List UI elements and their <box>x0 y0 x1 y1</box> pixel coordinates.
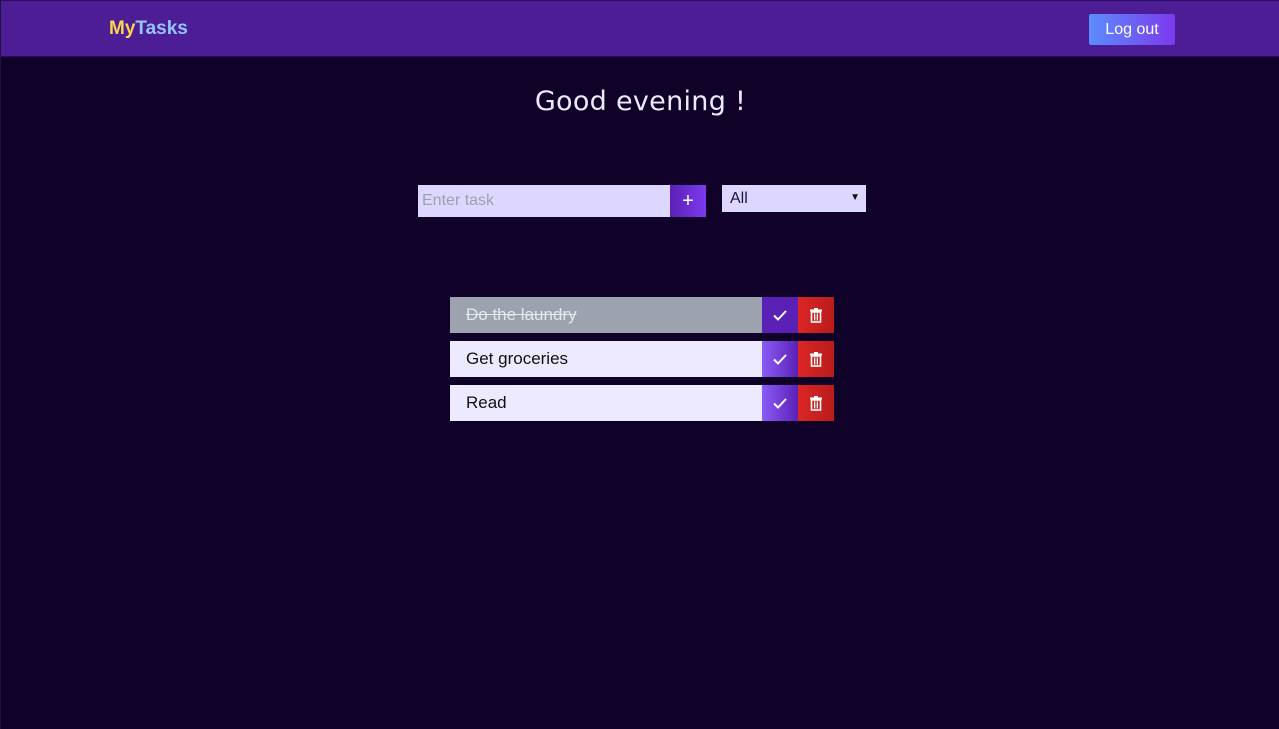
check-icon <box>773 310 787 321</box>
plus-icon: + <box>682 190 694 212</box>
task-input[interactable] <box>418 185 670 217</box>
add-task-button[interactable]: + <box>670 185 706 217</box>
todo-list: Do the laundry Get groceries Read <box>450 297 834 429</box>
delete-button[interactable] <box>798 385 834 421</box>
greeting-heading: Good evening ! <box>534 86 747 117</box>
trash-icon <box>810 396 822 411</box>
check-icon <box>773 398 787 409</box>
todo-text: Do the laundry <box>450 297 762 333</box>
todo-item: Read <box>450 385 834 421</box>
app-window: MyTasks Log out Good evening ! + All ▼ D… <box>0 0 1279 729</box>
dropdown-arrow-icon: ▼ <box>850 192 860 203</box>
app-logo[interactable]: MyTasks <box>109 18 188 40</box>
logo-my: My <box>109 18 136 39</box>
complete-button[interactable] <box>762 297 798 333</box>
top-navbar: MyTasks Log out <box>1 0 1279 57</box>
logout-button[interactable]: Log out <box>1089 14 1175 45</box>
delete-button[interactable] <box>798 341 834 377</box>
todo-item: Get groceries <box>450 341 834 377</box>
filter-selected-value: All <box>730 190 748 207</box>
delete-button[interactable] <box>798 297 834 333</box>
check-icon <box>773 354 787 365</box>
todo-text: Read <box>450 385 762 421</box>
complete-button[interactable] <box>762 341 798 377</box>
complete-button[interactable] <box>762 385 798 421</box>
trash-icon <box>810 308 822 323</box>
logo-tasks: Tasks <box>135 18 188 39</box>
filter-select[interactable]: All ▼ <box>722 185 866 212</box>
trash-icon <box>810 352 822 367</box>
todo-text: Get groceries <box>450 341 762 377</box>
todo-item: Do the laundry <box>450 297 834 333</box>
